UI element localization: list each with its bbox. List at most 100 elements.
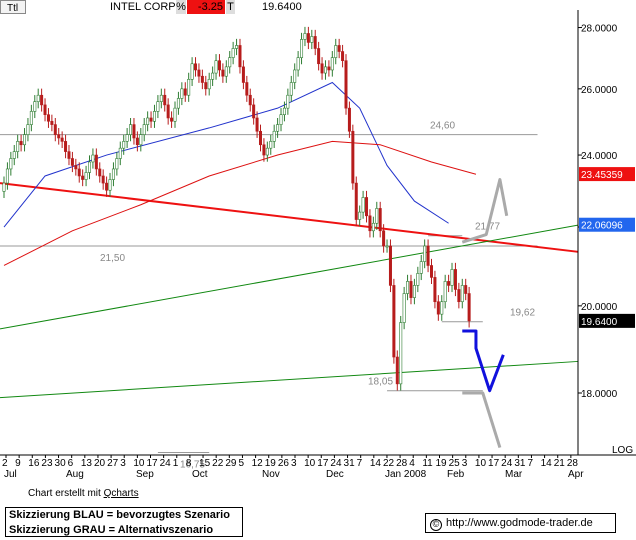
x-month-label: Jan 2008 bbox=[385, 469, 427, 480]
y-tick-label: 26.0000 bbox=[581, 85, 618, 96]
candle-body bbox=[440, 301, 444, 315]
x-day-label: 14 bbox=[541, 458, 553, 469]
candle-body bbox=[108, 179, 112, 191]
x-day-label: 8 bbox=[186, 458, 192, 469]
candle-body bbox=[46, 114, 50, 122]
x-day-label: 17 bbox=[488, 458, 500, 469]
candle-body bbox=[142, 124, 146, 135]
candle-body bbox=[139, 134, 143, 146]
x-day-label: 10 bbox=[304, 458, 316, 469]
x-day-label: 25 bbox=[449, 458, 461, 469]
candle-body bbox=[423, 245, 427, 262]
candle-body bbox=[26, 124, 30, 135]
candle-body bbox=[135, 137, 139, 146]
candle-body bbox=[262, 144, 266, 156]
x-month-label: Apr bbox=[568, 469, 584, 480]
x-day-label: 5 bbox=[238, 458, 244, 469]
candle-body bbox=[57, 134, 61, 139]
level-label: 18,05 bbox=[368, 377, 393, 388]
candle-body bbox=[125, 134, 129, 142]
candle-body bbox=[310, 36, 314, 43]
x-day-label: 9 bbox=[15, 458, 21, 469]
website-link[interactable]: http://www.godmode-trader.de bbox=[446, 517, 593, 529]
candle-body bbox=[23, 134, 27, 146]
candle-body bbox=[50, 120, 54, 125]
x-day-label: 7 bbox=[527, 458, 533, 469]
candle-body bbox=[395, 356, 399, 385]
candle-body bbox=[190, 63, 194, 80]
candle-body bbox=[111, 168, 115, 180]
candle-body bbox=[231, 48, 235, 58]
trendline bbox=[0, 360, 579, 399]
x-day-label: 30 bbox=[55, 458, 67, 469]
candle-body bbox=[453, 269, 457, 290]
candle-body bbox=[409, 281, 413, 298]
candle-body bbox=[84, 172, 88, 180]
x-day-label: 10 bbox=[133, 458, 145, 469]
candle-body bbox=[118, 147, 122, 159]
candle-body bbox=[402, 293, 406, 323]
candle-body bbox=[88, 161, 92, 173]
level-label: 19,62 bbox=[510, 308, 535, 319]
x-day-label: 22 bbox=[383, 458, 395, 469]
x-day-label: 1 bbox=[173, 458, 179, 469]
candle-body bbox=[241, 66, 245, 83]
x-day-label: 20 bbox=[94, 458, 106, 469]
candle-body bbox=[40, 94, 44, 106]
x-day-label: 3 bbox=[120, 458, 126, 469]
stock-chart: 24,6021,5021,7719,6218,0516,75 28.000026… bbox=[0, 10, 636, 480]
candle-body bbox=[156, 101, 160, 112]
qcharts-link[interactable]: Qcharts bbox=[104, 488, 139, 499]
log-label: LOG bbox=[612, 445, 633, 456]
candle-body bbox=[347, 107, 351, 132]
candle-body bbox=[460, 285, 464, 303]
x-day-label: 13 bbox=[81, 458, 93, 469]
x-day-label: 21 bbox=[554, 458, 566, 469]
candle-body bbox=[269, 141, 273, 149]
candle-body bbox=[265, 147, 269, 156]
candle-body bbox=[67, 151, 71, 159]
candle-body bbox=[320, 63, 324, 74]
axes: 28.000026.000024.000022.000020.000018.00… bbox=[0, 10, 636, 480]
candle-body bbox=[221, 69, 225, 77]
x-day-label: 28 bbox=[567, 458, 579, 469]
candle-body bbox=[211, 72, 215, 80]
candle-body bbox=[255, 117, 259, 132]
x-day-label: 28 bbox=[396, 458, 408, 469]
y-tick-label: 20.0000 bbox=[581, 302, 618, 313]
x-month-label: Dec bbox=[326, 469, 344, 480]
legend-blue: Skizzierung BLAU = bevorzugtes Szenario bbox=[9, 509, 230, 521]
x-day-label: 24 bbox=[330, 458, 342, 469]
candle-body bbox=[368, 215, 372, 232]
candle-body bbox=[53, 124, 57, 135]
x-month-label: Sep bbox=[136, 469, 154, 480]
candle-body bbox=[371, 222, 375, 232]
candle-body bbox=[173, 107, 177, 122]
candle-body bbox=[70, 158, 74, 166]
candle-body bbox=[344, 60, 348, 109]
candle-body bbox=[115, 158, 119, 170]
pct-label: % bbox=[176, 0, 186, 14]
candle-body bbox=[399, 322, 403, 385]
x-day-label: 4 bbox=[409, 458, 415, 469]
candle-body bbox=[276, 124, 280, 132]
candle-body bbox=[279, 114, 283, 125]
candle-body bbox=[224, 66, 228, 77]
candle-body bbox=[94, 154, 98, 170]
candle-body bbox=[228, 57, 232, 68]
candle-body bbox=[9, 158, 13, 170]
header-bar: Ttl INTEL CORP % -3.25 T 19.6400 bbox=[0, 0, 302, 15]
candle-body bbox=[457, 289, 461, 303]
candle-body bbox=[197, 69, 201, 77]
candle-body bbox=[170, 117, 174, 122]
candle-body bbox=[105, 182, 109, 191]
candle-body bbox=[176, 98, 180, 109]
candle-body bbox=[74, 165, 78, 170]
ticker-name: INTEL CORP bbox=[110, 1, 176, 13]
candle-body bbox=[464, 285, 468, 294]
x-day-label: 12 bbox=[252, 458, 264, 469]
candle-body bbox=[419, 261, 423, 274]
candle-body bbox=[200, 75, 204, 83]
candle-body bbox=[2, 182, 6, 192]
candle-body bbox=[450, 269, 454, 286]
